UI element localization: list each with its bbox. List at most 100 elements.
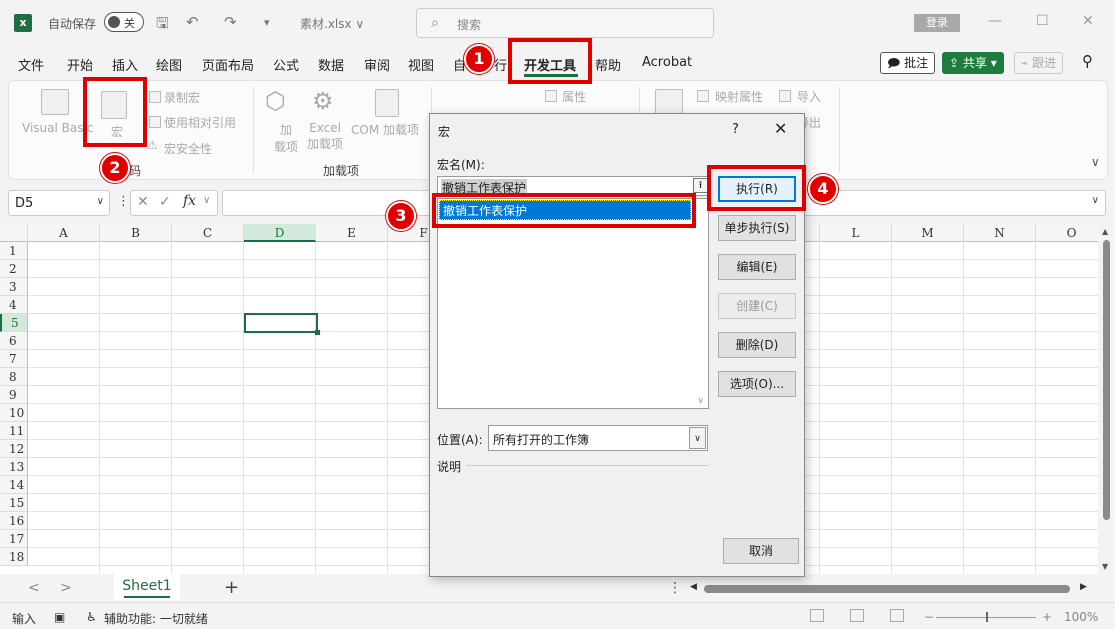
menu-draw[interactable]: 绘图 xyxy=(156,55,182,74)
macro-security-button[interactable]: 宏安全性 xyxy=(164,140,212,157)
prev-sheet-icon[interactable]: < xyxy=(28,580,40,596)
column-header[interactable]: C xyxy=(172,224,244,242)
login-button[interactable]: 登录 xyxy=(914,14,960,32)
help-button[interactable]: ? xyxy=(732,122,739,137)
confirm-entry-icon[interactable]: ✓ xyxy=(159,194,171,210)
search-box[interactable]: ⌕ 搜索 xyxy=(416,8,714,38)
menu-file[interactable]: 文件 xyxy=(18,55,44,74)
undo-icon[interactable]: ↶ xyxy=(186,13,199,31)
close-dialog-button[interactable]: ✕ xyxy=(774,119,787,138)
delete-button[interactable]: 删除(D) xyxy=(718,332,796,358)
menu-row-partial[interactable]: 行 xyxy=(494,55,507,74)
row-header[interactable]: 8 xyxy=(0,368,28,386)
row-header[interactable]: 7 xyxy=(0,350,28,368)
column-header[interactable]: A xyxy=(28,224,100,242)
redo-icon[interactable]: ↷ xyxy=(224,13,237,31)
scroll-thumb[interactable] xyxy=(1103,240,1110,520)
cancel-button[interactable]: 取消 xyxy=(723,538,799,564)
row-header[interactable]: 1 xyxy=(0,242,28,260)
com-addins-button[interactable]: COM 加载项 xyxy=(351,121,419,138)
row-header[interactable]: 16 xyxy=(0,512,28,530)
column-header[interactable]: N xyxy=(964,224,1036,242)
edit-button[interactable]: 编辑(E) xyxy=(718,254,796,280)
scroll-down-icon[interactable]: ▼ xyxy=(1102,562,1108,571)
properties-button[interactable]: 属性 xyxy=(562,88,586,105)
map-properties-button[interactable]: 映射属性 xyxy=(715,88,763,105)
options-button[interactable]: 选项(O)... xyxy=(718,371,796,397)
follow-up-button[interactable]: ⌁ 跟进 xyxy=(1014,52,1064,74)
minimize-icon[interactable]: — xyxy=(988,13,1002,29)
menu-formulas[interactable]: 公式 xyxy=(273,55,299,74)
cancel-entry-icon[interactable]: ✕ xyxy=(137,194,149,210)
column-header[interactable]: L xyxy=(820,224,892,242)
coauthor-icon[interactable]: ⚲ xyxy=(1082,52,1093,70)
row-header[interactable]: 15 xyxy=(0,494,28,512)
scroll-left-icon[interactable]: ◀ xyxy=(690,582,697,592)
normal-view-icon[interactable] xyxy=(810,609,824,622)
zoom-out-icon[interactable]: − xyxy=(924,610,934,624)
accessibility-status[interactable]: 辅助功能: 一切就绪 xyxy=(104,610,208,627)
macro-list[interactable]: 撤销工作表保护 ∨ xyxy=(437,198,709,409)
customize-qat-icon[interactable]: ▾ xyxy=(264,16,270,29)
scroll-down-icon[interactable]: ∨ xyxy=(697,396,704,406)
page-break-view-icon[interactable] xyxy=(890,609,904,622)
menu-view[interactable]: 视图 xyxy=(408,55,434,74)
zoom-slider-thumb[interactable] xyxy=(986,612,988,622)
horizontal-scrollbar[interactable]: ◀ ▶ xyxy=(690,582,1090,595)
menu-acrobat[interactable]: Acrobat xyxy=(642,55,692,70)
row-header[interactable]: 10 xyxy=(0,404,28,422)
column-header[interactable]: M xyxy=(892,224,964,242)
vertical-scrollbar[interactable]: ▲ ▼ xyxy=(1098,224,1115,574)
insert-function-button[interactable]: fx xyxy=(183,193,196,209)
file-name[interactable]: 素材.xlsx ∨ xyxy=(300,15,364,32)
comments-button[interactable]: 🗩 批注 xyxy=(880,52,936,74)
row-header[interactable]: 4 xyxy=(0,296,28,314)
menu-page-layout[interactable]: 页面布局 xyxy=(202,55,254,74)
macro-record-icon[interactable]: ▣ xyxy=(54,610,65,624)
location-select[interactable]: 所有打开的工作簿 ∨ xyxy=(488,425,708,451)
menu-home[interactable]: 开始 xyxy=(67,55,93,74)
column-header[interactable]: D xyxy=(244,224,316,242)
scroll-thumb[interactable] xyxy=(704,585,1070,593)
upload-arrow-icon[interactable]: ⭱ xyxy=(693,178,708,193)
expand-formula-icon[interactable]: ∨ xyxy=(1092,195,1099,206)
zoom-level[interactable]: 100% xyxy=(1064,610,1098,624)
zoom-in-icon[interactable]: + xyxy=(1042,610,1052,624)
row-header[interactable]: 6 xyxy=(0,332,28,350)
import-button[interactable]: 导入 xyxy=(797,88,821,105)
relative-ref-button[interactable]: 使用相对引用 xyxy=(164,114,236,131)
maximize-icon[interactable]: ☐ xyxy=(1036,13,1049,29)
sheet-tab[interactable]: Sheet1 xyxy=(114,574,180,600)
column-header[interactable]: B xyxy=(100,224,172,242)
row-header[interactable]: 2 xyxy=(0,260,28,278)
row-header[interactable]: 13 xyxy=(0,458,28,476)
active-cell[interactable] xyxy=(244,313,320,335)
menu-help[interactable]: 帮助 xyxy=(595,55,621,74)
next-sheet-icon[interactable]: > xyxy=(60,580,72,596)
close-window-icon[interactable]: ✕ xyxy=(1082,13,1094,29)
share-button[interactable]: ⇪ 共享 ▾ xyxy=(942,52,1004,74)
row-header[interactable]: 3 xyxy=(0,278,28,296)
column-header[interactable]: O xyxy=(1036,224,1098,242)
row-header[interactable]: 12 xyxy=(0,440,28,458)
name-box[interactable]: D5 ∨ xyxy=(8,190,110,216)
record-macro-button[interactable]: 录制宏 xyxy=(164,89,200,106)
autosave-toggle[interactable]: 关 xyxy=(104,12,144,32)
addins-button[interactable]: 加 载项 xyxy=(274,121,298,155)
scroll-right-icon[interactable]: ▶ xyxy=(1080,582,1087,592)
row-header[interactable]: 18 xyxy=(0,548,28,566)
row-header[interactable]: 9 xyxy=(0,386,28,404)
collapse-ribbon-icon[interactable]: ∨ xyxy=(1091,155,1100,169)
menu-data[interactable]: 数据 xyxy=(318,55,344,74)
row-header[interactable]: 11 xyxy=(0,422,28,440)
add-sheet-button[interactable]: + xyxy=(224,577,239,598)
menu-review[interactable]: 审阅 xyxy=(364,55,390,74)
step-into-button[interactable]: 单步执行(S) xyxy=(718,215,796,241)
scroll-up-icon[interactable]: ▲ xyxy=(1102,227,1108,236)
excel-addins-button[interactable]: Excel 加载项 xyxy=(307,121,343,152)
select-all-corner[interactable] xyxy=(0,224,28,242)
page-layout-view-icon[interactable] xyxy=(850,609,864,622)
row-header[interactable]: 14 xyxy=(0,476,28,494)
save-icon[interactable]: 🖫 xyxy=(156,13,169,38)
menu-insert[interactable]: 插入 xyxy=(112,55,138,74)
